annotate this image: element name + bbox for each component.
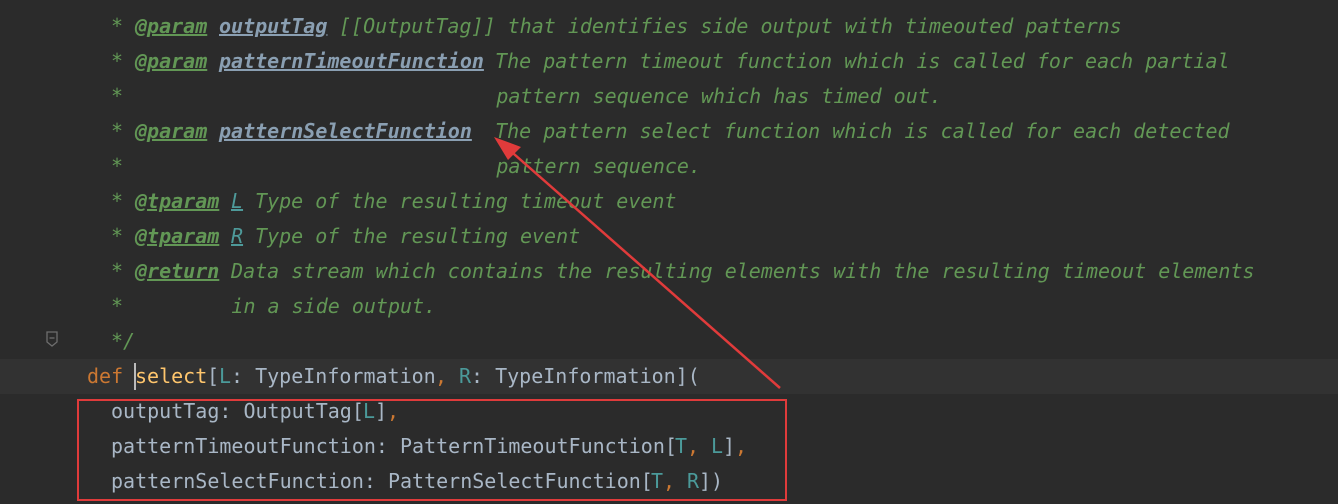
code-line[interactable]: * @param outputTag [[OutputTag]] that id…	[0, 9, 1338, 44]
code-token: R	[231, 224, 244, 248]
highlight-box	[77, 399, 787, 501]
code-token: *	[111, 189, 136, 213]
code-token: [[OutputTag]] that identifies side outpu…	[327, 14, 1122, 38]
code-line[interactable]: * @param patternSelectFunction The patte…	[0, 114, 1338, 149]
code-token: @param	[135, 14, 208, 38]
code-line[interactable]: * @tparam R Type of the resulting event	[0, 219, 1338, 254]
code-token: * in a side output.	[111, 294, 437, 318]
code-token: * pattern sequence which has timed out.	[111, 84, 942, 108]
code-token: [	[207, 364, 220, 388]
code-token: patternSelectFunction	[219, 119, 472, 143]
text-caret	[134, 363, 136, 390]
code-token: select	[135, 364, 208, 388]
code-line[interactable]: * @tparam L Type of the resulting timeou…	[0, 184, 1338, 219]
code-token: patternTimeoutFunction	[219, 49, 484, 73]
code-token: L	[219, 364, 232, 388]
code-token: : TypeInformation](	[471, 364, 700, 388]
code-token: *	[111, 259, 136, 283]
code-token: @return	[135, 259, 220, 283]
code-token: *	[111, 224, 136, 248]
code-token: outputTag	[219, 14, 328, 38]
code-token: * pattern sequence.	[111, 154, 702, 178]
code-token: : TypeInformation	[231, 364, 436, 388]
code-line[interactable]: * pattern sequence which has timed out.	[0, 79, 1338, 114]
code-token: R	[459, 364, 472, 388]
code-editor[interactable]: * @param outputTag [[OutputTag]] that id…	[0, 0, 1338, 504]
code-line[interactable]: * pattern sequence.	[0, 149, 1338, 184]
code-token: */	[111, 329, 136, 353]
code-token: L	[231, 189, 244, 213]
code-token: *	[111, 49, 136, 73]
code-token: The pattern timeout function which is ca…	[483, 49, 1230, 73]
code-line[interactable]: */	[0, 324, 1338, 359]
code-token: Type of the resulting event	[243, 224, 581, 248]
code-token: @tparam	[135, 224, 220, 248]
code-token: def	[87, 364, 136, 388]
code-token: *	[111, 14, 136, 38]
code-token: Type of the resulting timeout event	[243, 189, 677, 213]
code-token: @tparam	[135, 189, 220, 213]
code-token: *	[111, 119, 136, 143]
code-token: @param	[135, 49, 208, 73]
code-token: Data stream which contains the resulting…	[219, 259, 1255, 283]
code-line[interactable]: * in a side output.	[0, 289, 1338, 324]
code-line[interactable]: * @return Data stream which contains the…	[0, 254, 1338, 289]
code-token: ,	[435, 364, 460, 388]
code-token: The pattern select function which is cal…	[471, 119, 1230, 143]
code-line[interactable]: def select[L: TypeInformation, R: TypeIn…	[0, 359, 1338, 394]
code-line[interactable]: * @param patternTimeoutFunction The patt…	[0, 44, 1338, 79]
code-token: @param	[135, 119, 208, 143]
